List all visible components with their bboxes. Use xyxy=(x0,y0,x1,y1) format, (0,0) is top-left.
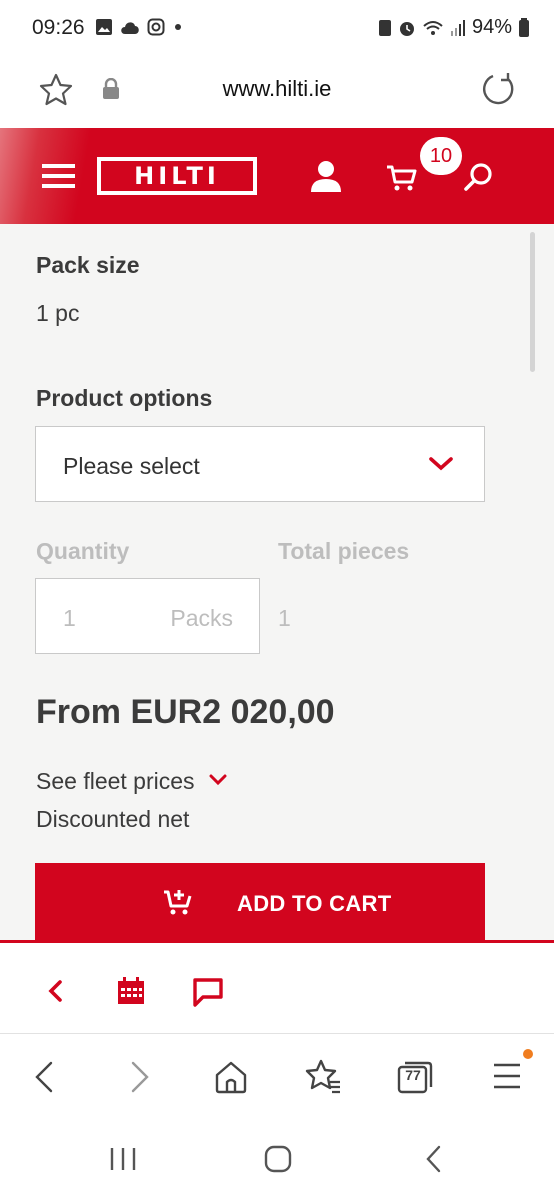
cart-icon[interactable] xyxy=(386,164,418,192)
add-to-cart-label: ADD TO CART xyxy=(237,891,392,916)
hilti-logo[interactable]: HILTI xyxy=(97,157,257,195)
calendar-icon[interactable] xyxy=(116,976,146,1006)
add-to-cart-button[interactable]: ADD TO CART xyxy=(35,863,485,943)
product-options-select[interactable]: Please select xyxy=(35,426,485,502)
price: From EUR2 020,00 xyxy=(36,693,335,731)
discount-note: Discounted net xyxy=(36,806,190,832)
scrollbar[interactable] xyxy=(530,232,535,372)
pack-size-label: Pack size xyxy=(36,252,140,278)
menu-icon[interactable] xyxy=(42,162,76,190)
browser-toolbar xyxy=(0,1034,554,1120)
quantity-label: Quantity xyxy=(36,538,130,564)
select-placeholder: Please select xyxy=(63,453,200,479)
system-status: 94% xyxy=(378,16,530,39)
status-bar: 09:26 94% xyxy=(0,0,554,58)
url-text[interactable]: www.hilti.ie xyxy=(0,76,554,102)
chevron-down-icon xyxy=(429,457,453,471)
product-options-label: Product options xyxy=(36,385,213,411)
pack-size-value: 1 pc xyxy=(36,300,80,326)
logo-text: HILTI xyxy=(101,161,253,191)
quantity-value: 1 xyxy=(63,605,76,631)
add-cart-icon xyxy=(164,890,192,915)
instagram-icon xyxy=(147,18,165,36)
browser-forward-icon[interactable] xyxy=(128,1060,152,1094)
search-icon[interactable] xyxy=(464,162,494,192)
chat-icon[interactable] xyxy=(192,977,224,1007)
battery-icon xyxy=(519,17,529,37)
alarm-icon xyxy=(399,21,414,36)
cloud-icon xyxy=(121,22,139,34)
site-header xyxy=(0,128,554,224)
total-pieces-label: Total pieces xyxy=(278,538,410,564)
signal-icon xyxy=(450,19,465,36)
tabs-count: 77 xyxy=(405,1067,421,1083)
dot-icon xyxy=(175,24,181,30)
notification-icons xyxy=(95,18,185,36)
total-pieces-value: 1 xyxy=(278,605,291,631)
system-nav-bar xyxy=(0,1120,554,1200)
battery-percent: 94% xyxy=(471,16,512,38)
home-button-icon[interactable] xyxy=(263,1144,293,1174)
home-icon[interactable] xyxy=(214,1060,248,1094)
bookmarks-icon[interactable] xyxy=(304,1058,342,1094)
gallery-icon xyxy=(96,19,112,35)
fleet-prices-text: See fleet prices xyxy=(36,768,195,794)
browser-back-icon[interactable] xyxy=(32,1060,56,1094)
sticky-action-bar xyxy=(0,940,554,1034)
system-back-icon[interactable] xyxy=(424,1144,444,1174)
recent-apps-icon[interactable] xyxy=(108,1146,138,1172)
reload-icon[interactable] xyxy=(480,70,516,106)
wifi-icon xyxy=(423,20,443,35)
notification-dot xyxy=(523,1049,533,1059)
back-arrow-icon[interactable] xyxy=(46,979,64,1003)
status-time: 09:26 xyxy=(32,16,85,39)
quantity-unit: Packs xyxy=(170,605,233,631)
user-icon[interactable] xyxy=(308,158,344,194)
cart-count-badge: 10 xyxy=(420,137,462,175)
chevron-down-icon xyxy=(209,774,227,786)
browser-menu-icon[interactable] xyxy=(492,1062,522,1090)
fleet-prices-link[interactable]: See fleet prices xyxy=(36,768,227,795)
quantity-input[interactable]: 1 Packs xyxy=(35,578,260,654)
nfc-icon xyxy=(378,19,391,36)
address-bar[interactable]: www.hilti.ie xyxy=(0,58,554,128)
